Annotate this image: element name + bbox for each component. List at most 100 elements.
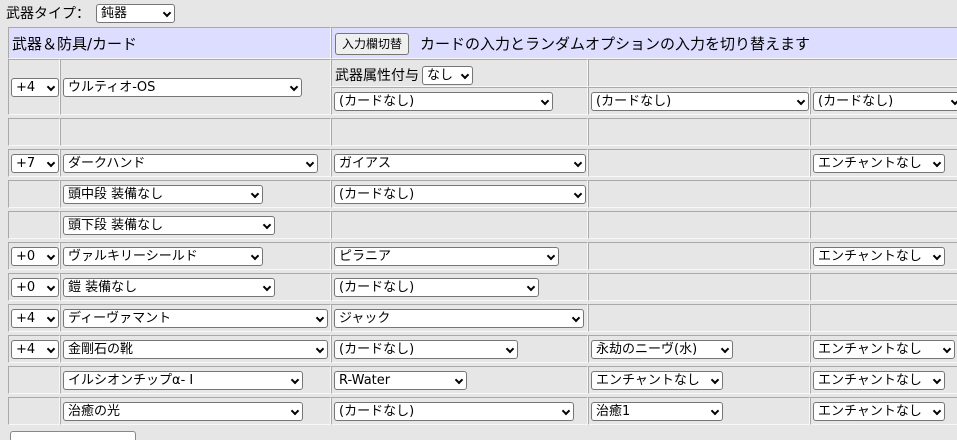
acc2-card-select[interactable]: (カードなし) xyxy=(334,402,574,421)
head-mid-card-select[interactable]: (カードなし) xyxy=(334,185,586,204)
empty-cell xyxy=(810,304,957,332)
weapon-type-select[interactable]: 鈍器 xyxy=(96,3,175,23)
empty-cell xyxy=(60,118,331,146)
acc1-card-select[interactable]: R-Water xyxy=(334,371,467,390)
head-top-card-select[interactable]: ガイアス xyxy=(334,154,586,173)
garment-refine-select[interactable]: +4 xyxy=(11,309,59,328)
weapon-card2-select[interactable]: (カードなし) xyxy=(591,92,809,111)
chevron-down-icon xyxy=(932,251,942,261)
head-top-refine-cell: +7 xyxy=(8,149,60,177)
toggle-description: カードの入力とランダムオプションの入力を切り替えます xyxy=(420,35,811,53)
head-mid-name-cell: 頭中段 装備なし xyxy=(60,180,331,208)
shoes-name-cell: 金剛石の靴 xyxy=(60,335,331,363)
shield-card-cell: ピラニア xyxy=(331,242,588,270)
chevron-down-icon xyxy=(710,375,720,385)
acc1-name-select[interactable]: イルシオンチップα- I xyxy=(63,371,303,390)
head-top-card-cell: ガイアス xyxy=(331,149,588,177)
empty-cell xyxy=(8,118,60,146)
weapon-type-label: 武器タイプ： xyxy=(6,6,90,22)
chevron-down-icon xyxy=(46,251,56,261)
chevron-down-icon xyxy=(571,313,581,323)
shoes-refine-cell: +4 xyxy=(8,335,60,363)
chevron-down-icon xyxy=(46,344,56,354)
empty-cell xyxy=(588,149,810,177)
empty-cell xyxy=(588,242,810,270)
chevron-down-icon xyxy=(942,344,952,354)
chevron-down-icon xyxy=(46,282,56,292)
shield-enchant-select[interactable]: エンチャントなし xyxy=(813,247,945,266)
shoes-refine-select[interactable]: +4 xyxy=(11,340,59,359)
head-low-name-select[interactable]: 頭下段 装備なし xyxy=(63,216,275,235)
chevron-down-icon xyxy=(460,70,470,79)
weapon-name-select[interactable]: ウルティオ-OS xyxy=(63,78,302,97)
empty-cell xyxy=(588,273,810,301)
shield-name-select[interactable]: ヴァルキリーシールド xyxy=(63,247,263,266)
acc1-enchant-select[interactable]: エンチャントなし xyxy=(813,371,945,390)
empty-cell xyxy=(588,118,810,146)
empty-cell xyxy=(810,211,957,239)
armor-card-cell: (カードなし) xyxy=(331,273,588,301)
weapon-type-bar: 武器タイプ： 鈍器 xyxy=(6,3,175,23)
chevron-down-icon xyxy=(315,344,325,354)
acc2-card-cell: (カードなし) xyxy=(331,397,588,425)
chevron-down-icon xyxy=(573,158,583,168)
shield-enchant-cell: エンチャントなし xyxy=(810,242,957,270)
empty-cell xyxy=(810,180,957,208)
acc2-enchant-select[interactable]: エンチャントなし xyxy=(813,402,945,421)
chevron-down-icon xyxy=(561,406,571,416)
armor-name-select[interactable]: 鎧 装備なし xyxy=(63,278,275,297)
shoes-enchant-cell: エンチャントなし xyxy=(810,335,957,363)
chevron-down-icon xyxy=(540,96,550,106)
weapon-refine-select[interactable]: +4 xyxy=(11,78,59,97)
shield-refine-select[interactable]: +0 xyxy=(11,247,59,266)
empty-cell xyxy=(588,211,810,239)
shield-card-select[interactable]: ピラニア xyxy=(334,247,559,266)
chevron-down-icon xyxy=(932,406,942,416)
chevron-down-icon xyxy=(262,220,272,230)
head-top-enchant-select[interactable]: エンチャントなし xyxy=(813,154,945,173)
empty-cell xyxy=(8,397,60,425)
shoes-card-select[interactable]: (カードなし) xyxy=(334,340,518,359)
weapon-refine-cell: +4 xyxy=(8,59,60,115)
chevron-down-icon xyxy=(262,282,272,292)
shoes-option-cell: 永劫のニーヴ(水) xyxy=(588,335,810,363)
head-low-name-cell: 頭下段 装備なし xyxy=(60,211,331,239)
chevron-down-icon xyxy=(290,375,300,385)
weapon-card3-cell: (カードなし) xyxy=(810,87,957,115)
garment-card-cell: ジャック xyxy=(331,304,588,332)
equipment-header: 武器＆防具/カード xyxy=(8,27,331,59)
chevron-down-icon xyxy=(46,313,56,323)
chevron-down-icon xyxy=(573,189,583,199)
empty-cell xyxy=(8,180,60,208)
acc2-option-select[interactable]: 治癒1 xyxy=(591,402,723,421)
weapon-card3-select[interactable]: (カードなし) xyxy=(813,92,957,111)
garment-name-select[interactable]: ディーヴァマント xyxy=(63,309,328,328)
chevron-down-icon xyxy=(315,313,325,323)
shoes-name-select[interactable]: 金剛石の靴 xyxy=(63,340,328,359)
shoes-option-select[interactable]: 永劫のニーヴ(水) xyxy=(591,340,733,359)
weapon-name-cell: ウルティオ-OS xyxy=(60,59,331,115)
head-top-enchant-cell: エンチャントなし xyxy=(810,149,957,177)
armor-card-select[interactable]: (カードなし) xyxy=(334,278,539,297)
chevron-down-icon xyxy=(46,158,56,168)
shoes-card-cell: (カードなし) xyxy=(331,335,588,363)
acc2-name-select[interactable]: 治癒の光 xyxy=(63,402,303,421)
garment-card-select[interactable]: ジャック xyxy=(334,309,584,328)
chevron-down-icon xyxy=(250,189,260,199)
head-top-refine-select[interactable]: +7 xyxy=(11,154,59,173)
chevron-down-icon xyxy=(289,82,299,92)
head-mid-name-select[interactable]: 頭中段 装備なし xyxy=(63,185,263,204)
acc1-option-select[interactable]: エンチャントなし xyxy=(591,371,723,390)
chevron-down-icon xyxy=(505,344,515,354)
shoes-enchant-select[interactable]: エンチャントなし xyxy=(813,340,955,359)
armor-refine-select[interactable]: +0 xyxy=(11,278,59,297)
acc1-name-cell: イルシオンチップα- I xyxy=(60,366,331,394)
weapon-element-cell: 武器属性付与 なし xyxy=(331,59,588,87)
chevron-down-icon xyxy=(250,251,260,261)
weapon-element-label: 武器属性付与 xyxy=(335,68,419,84)
weapon-card1-select[interactable]: (カードなし) xyxy=(334,92,553,111)
head-top-name-select[interactable]: ダークハンド xyxy=(63,154,318,173)
weapon-element-select[interactable]: なし xyxy=(422,65,473,85)
toggle-input-button[interactable]: 入力欄切替 xyxy=(335,33,410,55)
empty-cell xyxy=(8,211,60,239)
